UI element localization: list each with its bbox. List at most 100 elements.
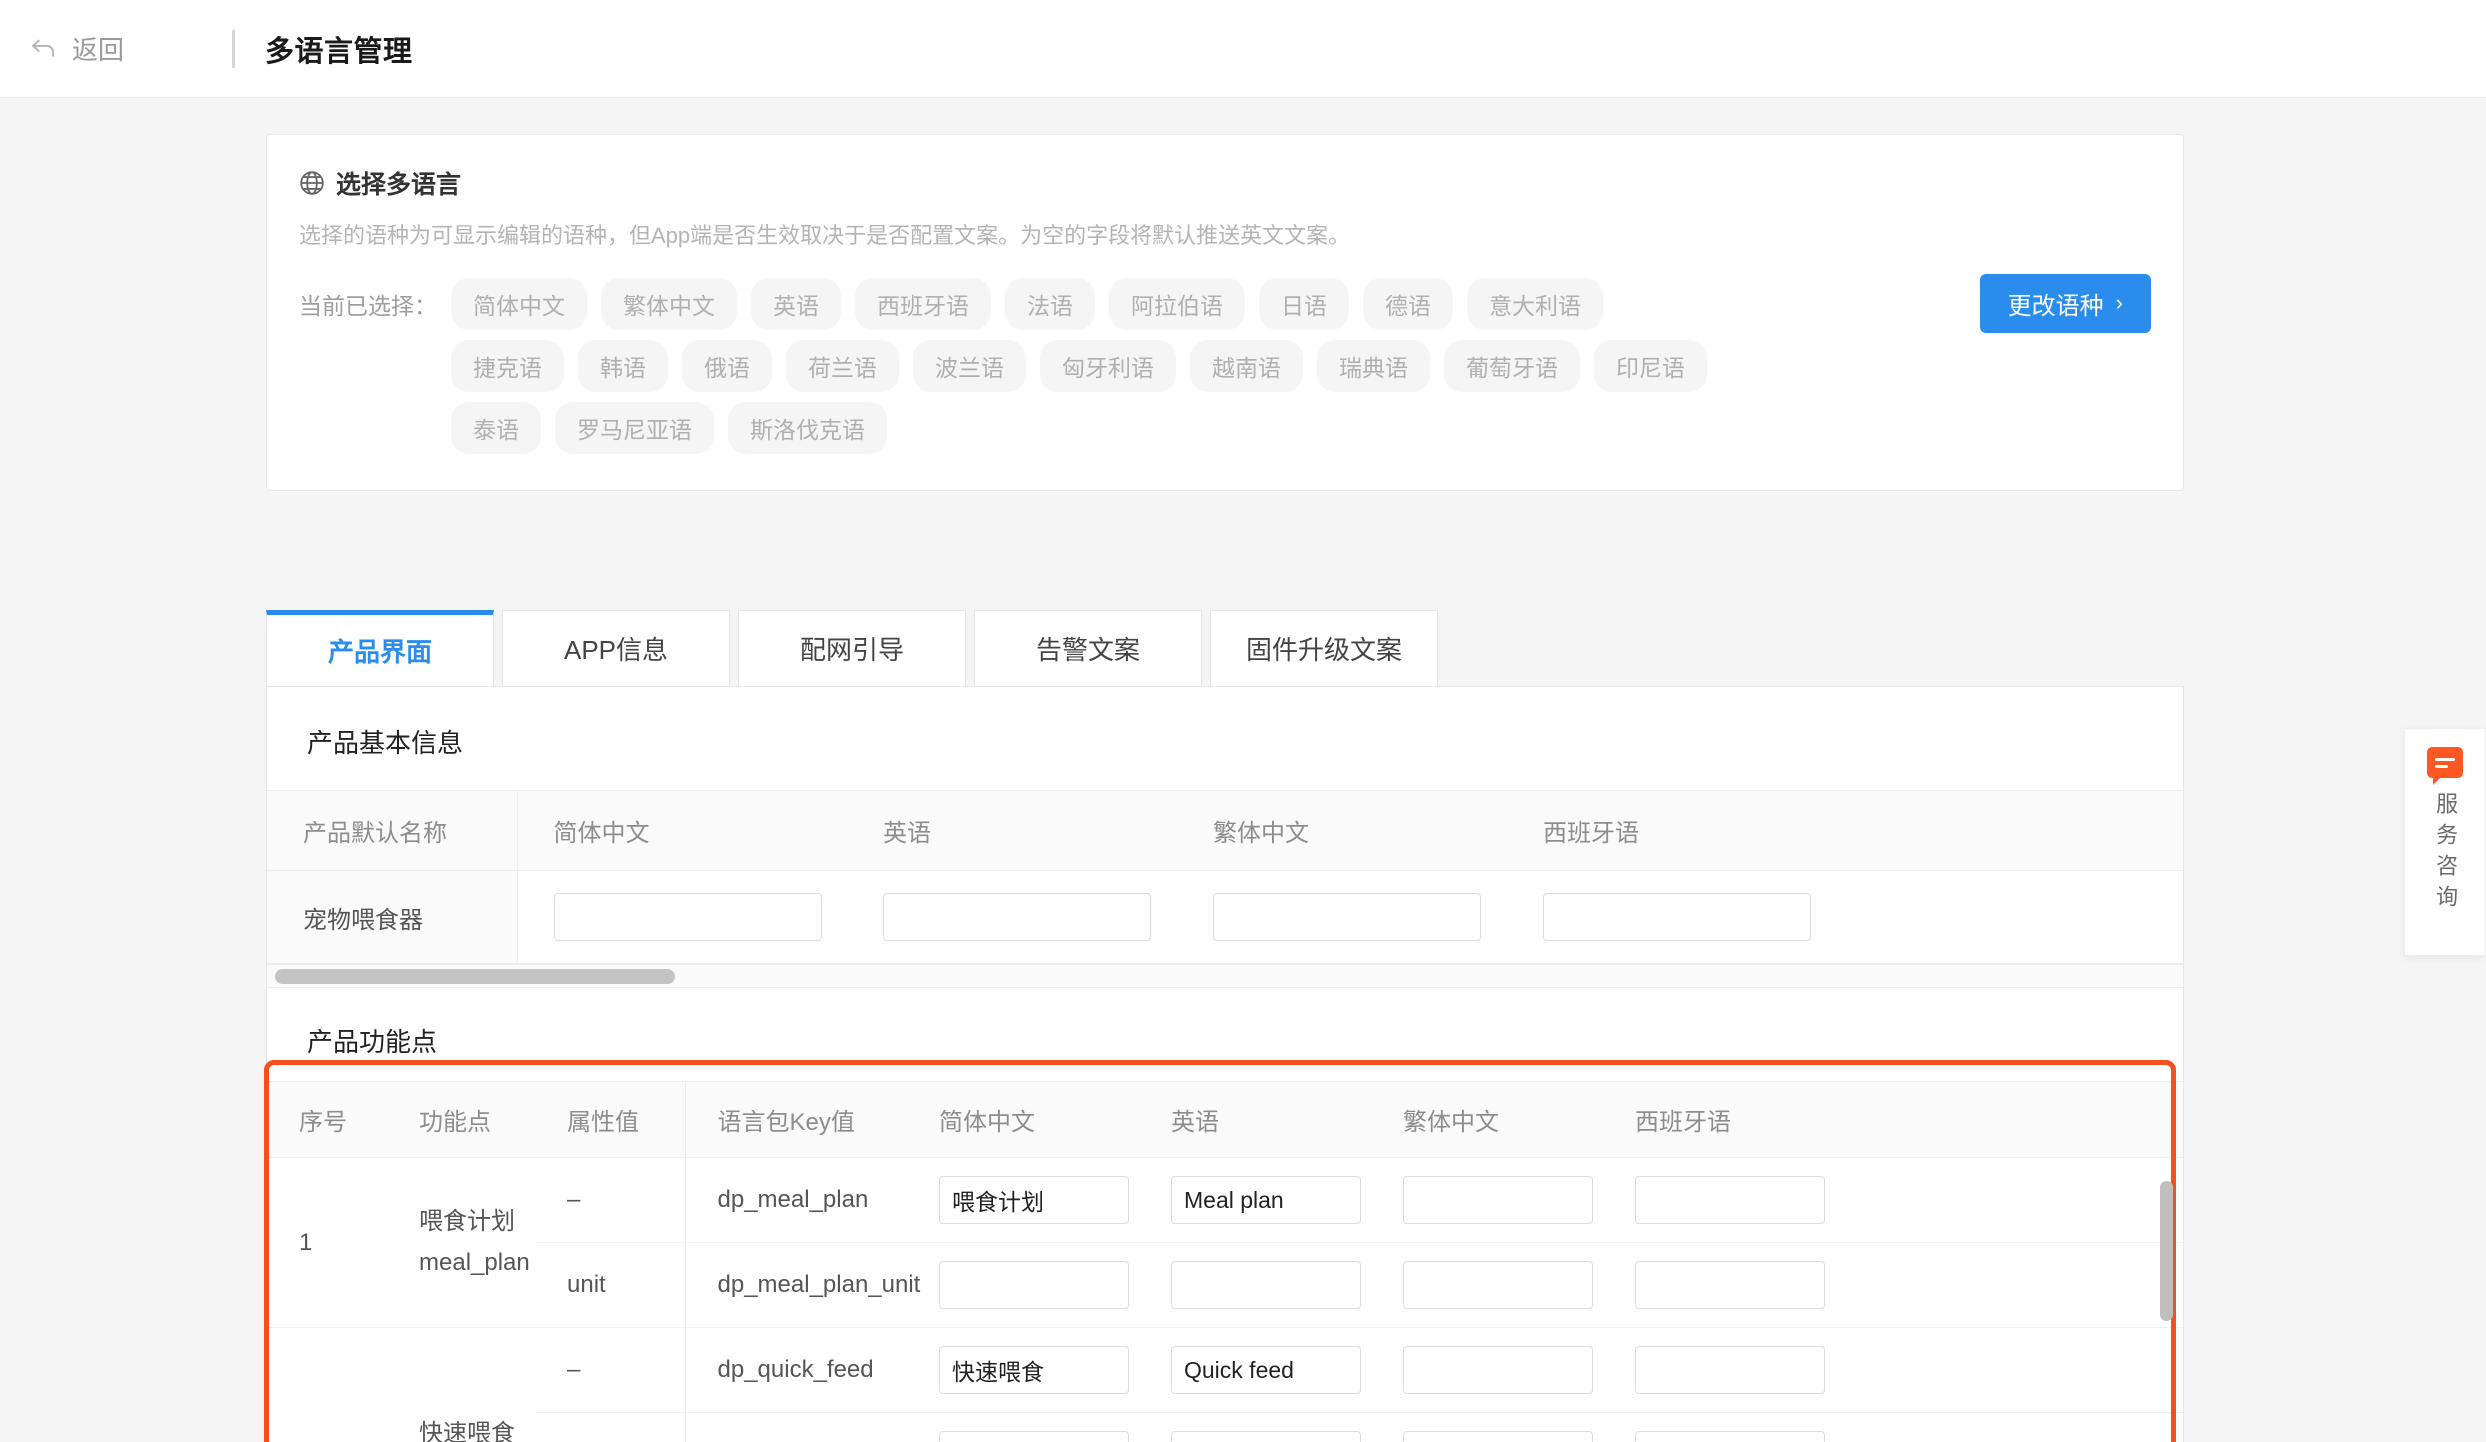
fp-input-zh-tw[interactable] [1403, 1261, 1593, 1309]
feature-points-table: 序号 功能点 属性值 语言包Key值 简体中文 英语 繁体中文 西班牙语 1 喂… [267, 1081, 2183, 1442]
fp-input-zh-cn[interactable] [939, 1346, 1129, 1394]
cell-en [1139, 1242, 1371, 1328]
title-divider [232, 29, 235, 68]
feature-points-vertical-scrollbar[interactable] [2160, 1181, 2173, 1321]
basic-input-en[interactable] [883, 893, 1151, 941]
selected-languages-row-2: 捷克语 韩语 俄语 荷兰语 波兰语 匈牙利语 越南语 瑞典语 葡萄牙语 印尼语 [299, 339, 2151, 392]
language-tag[interactable]: 阿拉伯语 [1109, 277, 1245, 330]
fp-input-en[interactable] [1171, 1261, 1361, 1309]
basic-info-header-row: 产品默认名称 简体中文 英语 繁体中文 西班牙语 [267, 790, 2183, 871]
language-tag[interactable]: 斯洛伐克语 [728, 401, 887, 454]
tab-firmware-upgrade-text[interactable]: 固件升级文案 [1210, 610, 1438, 686]
cell-attr-value: on [535, 1412, 686, 1442]
language-tag[interactable]: 匈牙利语 [1040, 339, 1176, 392]
tab-label: 配网引导 [799, 635, 904, 665]
language-tag[interactable]: 英语 [751, 277, 841, 330]
cell-lang-key: dp_quick_feed [685, 1327, 907, 1413]
cell-spacer [1835, 1242, 2183, 1328]
fp-input-zh-cn[interactable] [939, 1431, 1129, 1442]
fp-input-zh-tw[interactable] [1403, 1431, 1593, 1442]
fp-input-en[interactable] [1171, 1176, 1361, 1224]
fp-input-zh-tw[interactable] [1403, 1176, 1593, 1224]
language-tag[interactable]: 繁体中文 [601, 277, 737, 330]
cell-lang-key: dp_meal_plan_unit [685, 1242, 920, 1328]
cell-zh-cn [907, 1327, 1139, 1413]
column-header-default-name: 产品默认名称 [267, 790, 518, 871]
language-tag[interactable]: 西班牙语 [855, 277, 991, 330]
tab-alarm-text[interactable]: 告警文案 [974, 610, 1202, 686]
language-card-description: 选择的语种为可显示编辑的语种，但App端是否生效取决于是否配置文案。为空的字段将… [299, 223, 1351, 248]
tab-app-info[interactable]: APP信息 [502, 610, 730, 686]
cell-spacer [1835, 1327, 2183, 1413]
language-tag[interactable]: 韩语 [578, 339, 668, 392]
back-arrow-icon [28, 34, 58, 64]
fp-input-en[interactable] [1171, 1431, 1361, 1442]
feature-points-header-row: 序号 功能点 属性值 语言包Key值 简体中文 英语 繁体中文 西班牙语 [267, 1081, 2183, 1158]
language-tag[interactable]: 印尼语 [1594, 339, 1707, 392]
language-tag[interactable]: 捷克语 [451, 339, 564, 392]
tab-product-ui[interactable]: 产品界面 [266, 610, 494, 686]
tab-label: 告警文案 [1035, 635, 1140, 665]
table-row: 宠物喂食器 [267, 870, 2183, 964]
service-consultation-widget[interactable]: 服务咨询 [2404, 728, 2486, 956]
column-header-spacer [1835, 1081, 2183, 1158]
selected-languages: 当前已选择： 简体中文 繁体中文 英语 西班牙语 法语 阿拉伯语 日语 德语 意… [299, 273, 2151, 454]
language-tag[interactable]: 法语 [1005, 277, 1095, 330]
cell-en [1139, 1157, 1371, 1243]
language-tag[interactable]: 简体中文 [451, 277, 587, 330]
cell-feature-name: 喂食计划 meal_plan [387, 1157, 535, 1328]
fp-input-zh-cn[interactable] [939, 1261, 1129, 1309]
cell-es [1603, 1157, 1835, 1243]
cell-zh-cn [517, 870, 847, 964]
language-tag[interactable]: 日语 [1259, 277, 1349, 330]
basic-input-zh-cn[interactable] [553, 893, 822, 941]
column-header-es: 西班牙语 [1603, 1081, 1835, 1158]
language-tag[interactable]: 泰语 [451, 401, 541, 454]
cell-lang-key: dp_meal_plan [685, 1157, 907, 1243]
language-tag[interactable]: 瑞典语 [1317, 339, 1430, 392]
table-row: 2 快速喂食 quick_feed – dp_quick_feed [267, 1327, 2183, 1442]
cell-index: 2 [267, 1327, 387, 1442]
fp-input-en[interactable] [1171, 1346, 1361, 1394]
tab-network-guide[interactable]: 配网引导 [738, 610, 966, 686]
page-title: 多语言管理 [265, 35, 413, 68]
language-tag[interactable]: 荷兰语 [786, 339, 899, 392]
cell-zh-tw [1177, 870, 1507, 964]
globe-icon [299, 170, 325, 196]
back-button[interactable]: 返回 [28, 30, 208, 67]
column-header-zh-cn: 简体中文 [517, 790, 847, 871]
tab-label: APP信息 [563, 635, 669, 665]
tab-bar: 产品界面 APP信息 配网引导 告警文案 固件升级文案 [266, 610, 1438, 686]
fp-input-zh-tw[interactable] [1403, 1346, 1593, 1394]
cell-zh-tw [1371, 1412, 1603, 1442]
fp-input-es[interactable] [1635, 1431, 1825, 1442]
cell-zh-cn [907, 1242, 1139, 1328]
fp-input-es[interactable] [1635, 1346, 1825, 1394]
language-tag[interactable]: 罗马尼亚语 [555, 401, 714, 454]
fp-input-zh-cn[interactable] [939, 1176, 1129, 1224]
column-header-en: 英语 [1139, 1081, 1371, 1158]
table-row: 1 喂食计划 meal_plan – dp_meal_plan [267, 1157, 2183, 1328]
language-tag[interactable]: 俄语 [682, 339, 772, 392]
scrollbar-thumb[interactable] [275, 969, 675, 984]
table-row: unit dp_meal_plan_unit [267, 1242, 2183, 1328]
fp-input-es[interactable] [1635, 1176, 1825, 1224]
cell-en [847, 870, 1177, 964]
chat-bubble-icon [2427, 747, 2463, 785]
change-language-button[interactable]: 更改语种 › [1979, 273, 2151, 333]
fp-input-es[interactable] [1635, 1261, 1825, 1309]
language-tag[interactable]: 德语 [1363, 277, 1453, 330]
language-tag[interactable]: 越南语 [1190, 339, 1303, 392]
basic-input-es[interactable] [1543, 893, 1811, 941]
basic-info-table: 产品默认名称 简体中文 英语 繁体中文 西班牙语 宠物喂食器 [267, 790, 2183, 964]
column-header-feature: 功能点 [387, 1081, 535, 1158]
feature-points-title: 产品功能点 [307, 1027, 438, 1057]
column-header-spacer [1837, 790, 2183, 871]
language-tag[interactable]: 波兰语 [913, 339, 1026, 392]
chevron-right-icon: › [2115, 290, 2123, 316]
language-tag[interactable]: 葡萄牙语 [1444, 339, 1580, 392]
language-tag[interactable]: 意大利语 [1467, 277, 1603, 330]
cell-zh-tw [1371, 1327, 1603, 1413]
basic-input-zh-tw[interactable] [1213, 893, 1481, 941]
basic-info-horizontal-scrollbar[interactable] [267, 964, 2183, 988]
